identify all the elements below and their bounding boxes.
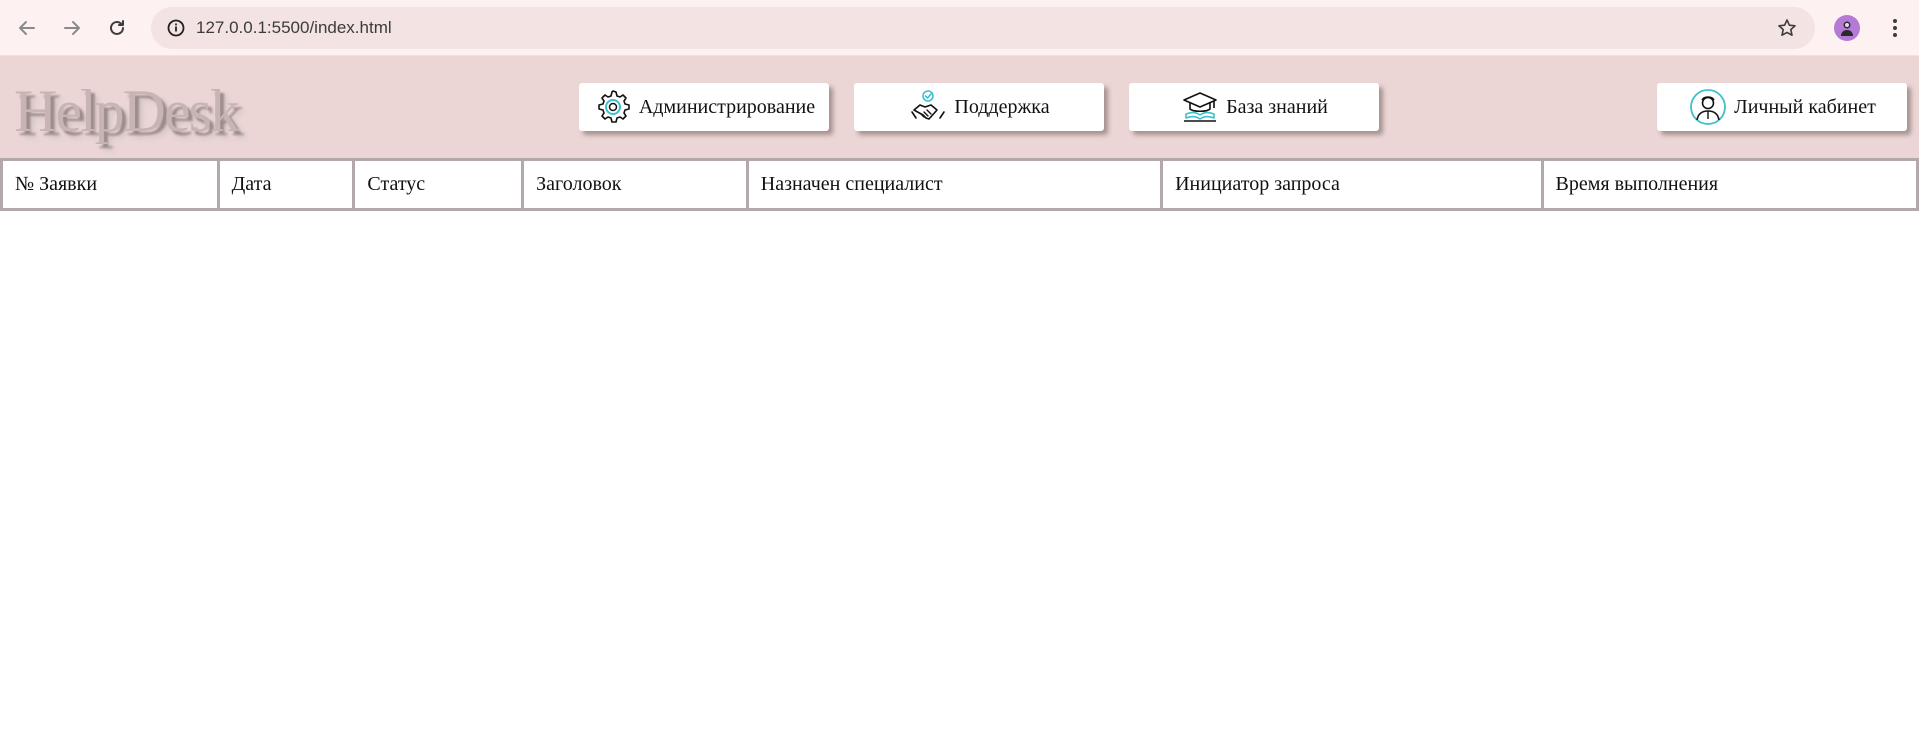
forward-button[interactable] — [56, 12, 88, 44]
account-button-label: Личный кабинет — [1734, 95, 1876, 118]
browser-menu-button[interactable] — [1880, 12, 1910, 44]
back-button[interactable] — [11, 12, 43, 44]
profile-avatar[interactable] — [1834, 15, 1860, 41]
user-avatar-icon — [1688, 87, 1728, 127]
arrow-right-icon — [64, 21, 80, 35]
column-header-title[interactable]: Заголовок — [521, 158, 749, 211]
bookmark-button[interactable] — [1773, 14, 1801, 42]
handshake-icon — [908, 87, 948, 127]
star-icon — [1778, 19, 1796, 36]
browser-toolbar: 127.0.0.1:5500/index.html — [0, 0, 1919, 56]
knowledge-base-button-label: База знаний — [1226, 95, 1328, 118]
reload-icon — [110, 20, 124, 35]
gear-icon — [593, 87, 633, 127]
support-button-label: Поддержка — [954, 95, 1050, 118]
requests-table: № Заявки Дата Статус Заголовок Назначен … — [0, 158, 1919, 211]
logo[interactable]: HelpDesk — [14, 76, 240, 146]
admin-button-label: Администрирование — [638, 95, 816, 118]
url-text[interactable]: 127.0.0.1:5500/index.html — [196, 18, 392, 38]
person-icon — [1841, 21, 1853, 36]
graduation-cap-icon — [1180, 87, 1220, 127]
account-button[interactable]: Личный кабинет — [1657, 83, 1907, 131]
column-header-initiator[interactable]: Инициатор запроса — [1160, 158, 1544, 211]
admin-button[interactable]: Администрирование — [579, 83, 829, 131]
page-header: HelpDesk Администрирование Поддержка Баз… — [0, 56, 1919, 159]
support-button[interactable]: Поддержка — [854, 83, 1104, 131]
column-header-duration[interactable]: Время выполнения — [1540, 158, 1919, 211]
reload-button[interactable] — [101, 12, 133, 44]
column-header-assignee[interactable]: Назначен специалист — [745, 158, 1164, 211]
table-header-row: № Заявки Дата Статус Заголовок Назначен … — [0, 158, 1919, 211]
address-bar[interactable]: 127.0.0.1:5500/index.html — [151, 7, 1815, 49]
site-info-button[interactable] — [161, 13, 191, 43]
knowledge-base-button[interactable]: База знаний — [1129, 83, 1379, 131]
kebab-menu-icon — [1893, 19, 1897, 37]
column-header-number[interactable]: № Заявки — [0, 158, 220, 211]
arrow-left-icon — [19, 21, 35, 35]
column-header-date[interactable]: Дата — [216, 158, 356, 211]
column-header-status[interactable]: Статус — [352, 158, 525, 211]
info-icon — [167, 19, 185, 37]
